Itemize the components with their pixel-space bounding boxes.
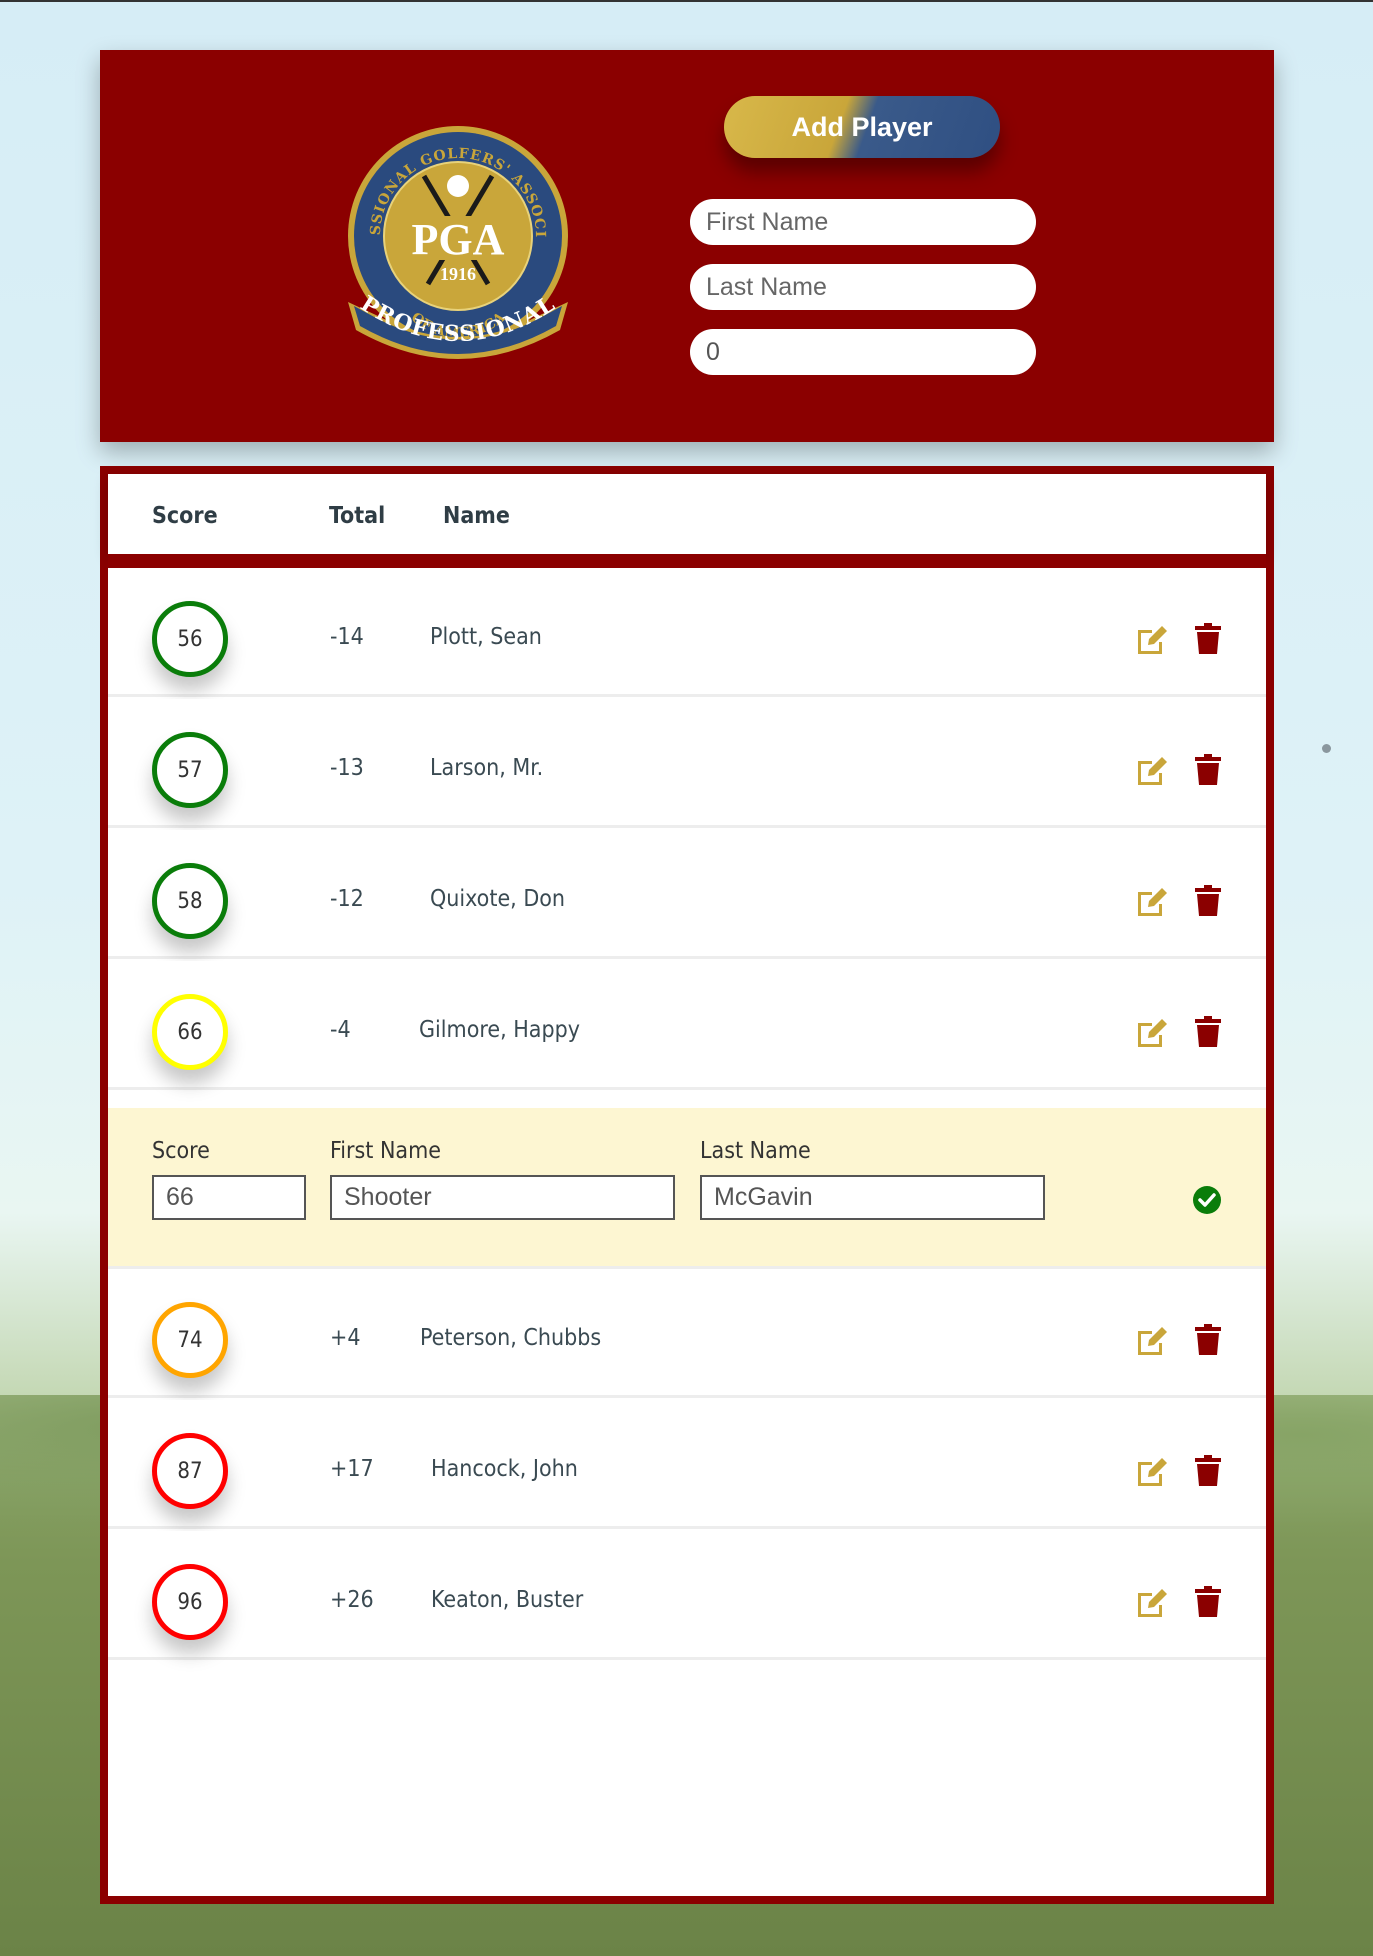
score-badge: 74 bbox=[152, 1302, 228, 1378]
header-score: Score bbox=[152, 503, 218, 529]
window-top-border bbox=[0, 0, 1373, 2]
edit-first-name-input[interactable]: Shooter bbox=[330, 1175, 675, 1220]
edit-score-label: Score bbox=[152, 1138, 210, 1164]
edit-last-name-input[interactable]: McGavin bbox=[700, 1175, 1045, 1220]
table-row: 56 -14 Plott, Sean bbox=[108, 568, 1266, 697]
check-circle-icon[interactable] bbox=[1193, 1186, 1221, 1214]
score-badge: 66 bbox=[152, 994, 228, 1070]
edit-first-name-label: First Name bbox=[330, 1138, 441, 1164]
edit-icon[interactable] bbox=[1135, 1017, 1169, 1049]
scoreboard-body: Score Total Name 56 -14 Plott, Sean 57 -… bbox=[108, 474, 1266, 1896]
table-row: 66 -4 Gilmore, Happy bbox=[108, 961, 1266, 1090]
score-badge: 57 bbox=[152, 732, 228, 808]
add-player-panel: PROFESSIONAL GOLFERS' ASSOCIATION OF AME… bbox=[100, 50, 1274, 442]
background-dot bbox=[1322, 744, 1331, 753]
column-header: Score Total Name bbox=[108, 474, 1266, 554]
pga-logo: PROFESSIONAL GOLFERS' ASSOCIATION OF AME… bbox=[338, 116, 568, 359]
trash-icon[interactable] bbox=[1195, 1586, 1221, 1617]
edit-score-input[interactable]: 66 bbox=[152, 1175, 306, 1220]
trash-icon[interactable] bbox=[1195, 1016, 1221, 1047]
player-name: Keaton, Buster bbox=[431, 1587, 584, 1613]
score-badge: 87 bbox=[152, 1433, 228, 1509]
edit-icon[interactable] bbox=[1135, 624, 1169, 656]
player-name: Larson, Mr. bbox=[430, 755, 544, 781]
edit-icon[interactable] bbox=[1135, 1325, 1169, 1357]
trash-icon[interactable] bbox=[1195, 1455, 1221, 1486]
edit-player-row: Score First Name Last Name 66 Shooter Mc… bbox=[108, 1108, 1266, 1269]
score-badge: 96 bbox=[152, 1564, 228, 1640]
player-name: Plott, Sean bbox=[430, 624, 542, 650]
table-row: 96 +26 Keaton, Buster bbox=[108, 1531, 1266, 1660]
last-name-input[interactable]: Last Name bbox=[690, 264, 1036, 310]
trash-icon[interactable] bbox=[1195, 754, 1221, 785]
svg-text:PGA: PGA bbox=[412, 215, 505, 264]
score-input[interactable]: 0 bbox=[690, 329, 1036, 375]
trash-icon[interactable] bbox=[1195, 885, 1221, 916]
player-name: Quixote, Don bbox=[430, 886, 566, 912]
score-badge: 56 bbox=[152, 601, 228, 677]
total-value: +4 bbox=[330, 1325, 361, 1351]
header-divider bbox=[108, 554, 1266, 568]
edit-icon[interactable] bbox=[1135, 886, 1169, 918]
total-value: -12 bbox=[330, 886, 364, 912]
total-value: -14 bbox=[330, 624, 364, 650]
trash-icon[interactable] bbox=[1195, 1324, 1221, 1355]
edit-icon[interactable] bbox=[1135, 1456, 1169, 1488]
first-name-input[interactable]: First Name bbox=[690, 199, 1036, 245]
score-badge: 58 bbox=[152, 863, 228, 939]
svg-text:1916: 1916 bbox=[440, 264, 476, 284]
scoreboard: Score Total Name 56 -14 Plott, Sean 57 -… bbox=[100, 466, 1274, 1904]
table-row: 57 -13 Larson, Mr. bbox=[108, 699, 1266, 828]
player-name: Hancock, John bbox=[431, 1456, 578, 1482]
header-total: Total bbox=[329, 503, 386, 529]
table-row: 58 -12 Quixote, Don bbox=[108, 830, 1266, 959]
player-name: Peterson, Chubbs bbox=[420, 1325, 602, 1351]
total-value: -13 bbox=[330, 755, 364, 781]
table-row: 87 +17 Hancock, John bbox=[108, 1400, 1266, 1529]
header-name: Name bbox=[443, 503, 510, 529]
table-row: 74 +4 Peterson, Chubbs bbox=[108, 1269, 1266, 1398]
player-name: Gilmore, Happy bbox=[419, 1017, 580, 1043]
total-value: +26 bbox=[330, 1587, 374, 1613]
edit-icon[interactable] bbox=[1135, 1587, 1169, 1619]
total-value: -4 bbox=[330, 1017, 351, 1043]
trash-icon[interactable] bbox=[1195, 623, 1221, 654]
total-value: +17 bbox=[330, 1456, 374, 1482]
edit-icon[interactable] bbox=[1135, 755, 1169, 787]
edit-last-name-label: Last Name bbox=[700, 1138, 811, 1164]
add-player-button[interactable]: Add Player bbox=[724, 96, 1000, 158]
